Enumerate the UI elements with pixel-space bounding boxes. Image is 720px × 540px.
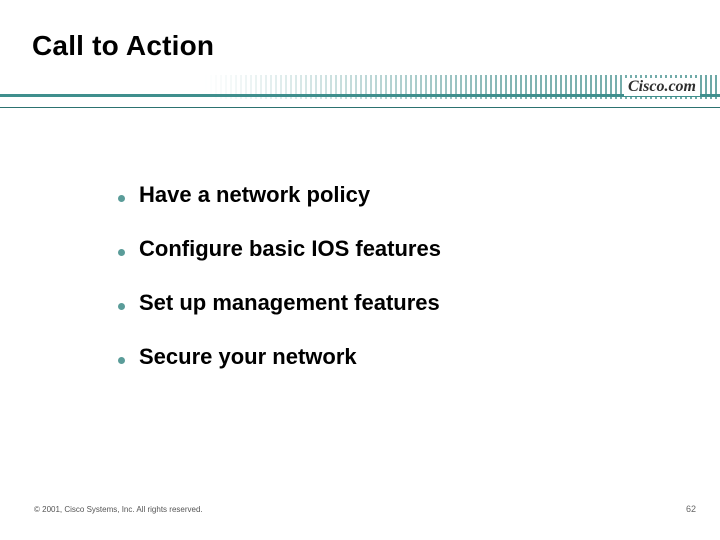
bullet-text: Set up management features xyxy=(139,290,440,316)
bullet-icon xyxy=(118,195,125,202)
slide-title: Call to Action xyxy=(32,30,214,62)
list-item: Have a network policy xyxy=(118,182,638,208)
bullet-icon xyxy=(118,303,125,310)
list-item: Configure basic IOS features xyxy=(118,236,638,262)
bullet-text: Have a network policy xyxy=(139,182,370,208)
copyright: © 2001, Cisco Systems, Inc. All rights r… xyxy=(34,505,203,514)
header-band xyxy=(0,78,720,108)
bullet-text: Secure your network xyxy=(139,344,357,370)
bullet-text: Configure basic IOS features xyxy=(139,236,441,262)
list-item: Set up management features xyxy=(118,290,638,316)
bullet-icon xyxy=(118,357,125,364)
list-item: Secure your network xyxy=(118,344,638,370)
brand-logo: Cisco.com xyxy=(624,78,700,96)
bullet-icon xyxy=(118,249,125,256)
bullet-list: Have a network policy Configure basic IO… xyxy=(118,182,638,398)
page-number: 62 xyxy=(686,504,696,514)
slide: Call to Action Cisco.com Have a network … xyxy=(0,0,720,540)
